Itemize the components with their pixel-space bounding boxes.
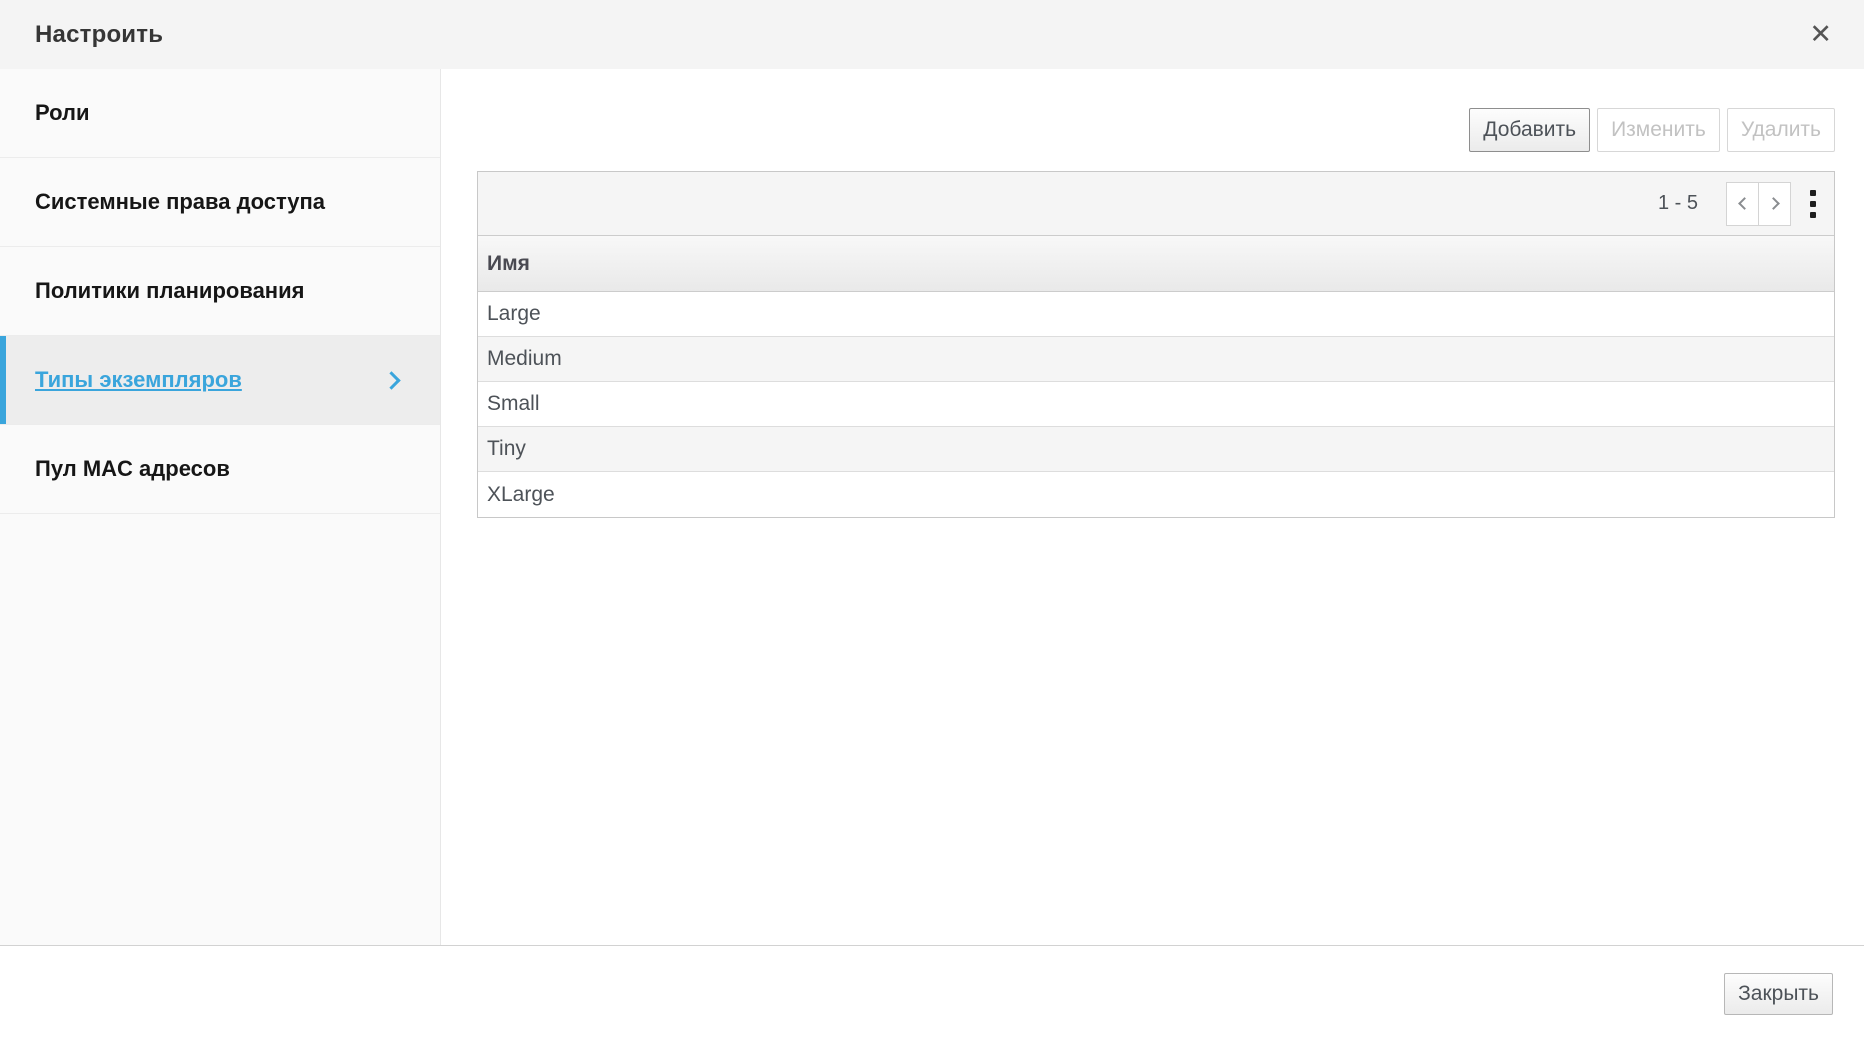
- prev-page-button[interactable]: [1726, 182, 1759, 226]
- configure-dialog: Настроить ✕ Роли Системные права доступа…: [0, 0, 1864, 1045]
- pager: [1726, 182, 1791, 226]
- remove-button[interactable]: Удалить: [1727, 108, 1835, 152]
- chevron-right-icon: [1767, 197, 1780, 210]
- dialog-header: Настроить ✕: [0, 0, 1864, 69]
- pagination-range: 1 - 5: [1658, 192, 1698, 215]
- kebab-menu-icon[interactable]: [1807, 187, 1819, 221]
- dialog-title: Настроить: [35, 21, 163, 49]
- sidebar-item-scheduling-policies[interactable]: Политики планирования: [0, 247, 440, 336]
- sidebar-item-label: Системные права доступа: [35, 189, 325, 215]
- sidebar-item-instance-types[interactable]: Типы экземпляров: [0, 336, 440, 425]
- sidebar-item-label: Типы экземпляров: [35, 367, 242, 393]
- table-row[interactable]: Large: [478, 292, 1834, 337]
- instance-types-grid: 1 - 5 Имя: [477, 171, 1835, 518]
- sidebar: Роли Системные права доступа Политики пл…: [0, 69, 441, 945]
- action-buttons: Добавить Изменить Удалить: [477, 108, 1835, 152]
- main-panel: Добавить Изменить Удалить 1 - 5: [441, 69, 1864, 945]
- table-header: Имя: [478, 236, 1834, 292]
- next-page-button[interactable]: [1758, 182, 1791, 226]
- sidebar-item-roles[interactable]: Роли: [0, 69, 440, 158]
- table-row[interactable]: XLarge: [478, 472, 1834, 517]
- close-button[interactable]: Закрыть: [1724, 973, 1833, 1015]
- column-header-name: Имя: [487, 252, 530, 276]
- add-button[interactable]: Добавить: [1469, 108, 1590, 152]
- grid-toolbar: 1 - 5: [478, 172, 1834, 236]
- chevron-left-icon: [1738, 197, 1751, 210]
- table-row[interactable]: Tiny: [478, 427, 1834, 472]
- table-row[interactable]: Small: [478, 382, 1834, 427]
- close-icon[interactable]: ✕: [1803, 19, 1838, 50]
- sidebar-item-label: Пул MAC адресов: [35, 456, 230, 482]
- dialog-footer: Закрыть: [0, 945, 1864, 1045]
- edit-button[interactable]: Изменить: [1597, 108, 1720, 152]
- table-body: Large Medium Small Tiny XLarge: [478, 292, 1834, 517]
- table-row[interactable]: Medium: [478, 337, 1834, 382]
- sidebar-item-mac-address-pools[interactable]: Пул MAC адресов: [0, 425, 440, 514]
- dialog-body: Роли Системные права доступа Политики пл…: [0, 69, 1864, 945]
- sidebar-item-system-permissions[interactable]: Системные права доступа: [0, 158, 440, 247]
- sidebar-item-label: Роли: [35, 100, 90, 126]
- chevron-right-icon: [382, 371, 400, 389]
- sidebar-item-label: Политики планирования: [35, 278, 304, 304]
